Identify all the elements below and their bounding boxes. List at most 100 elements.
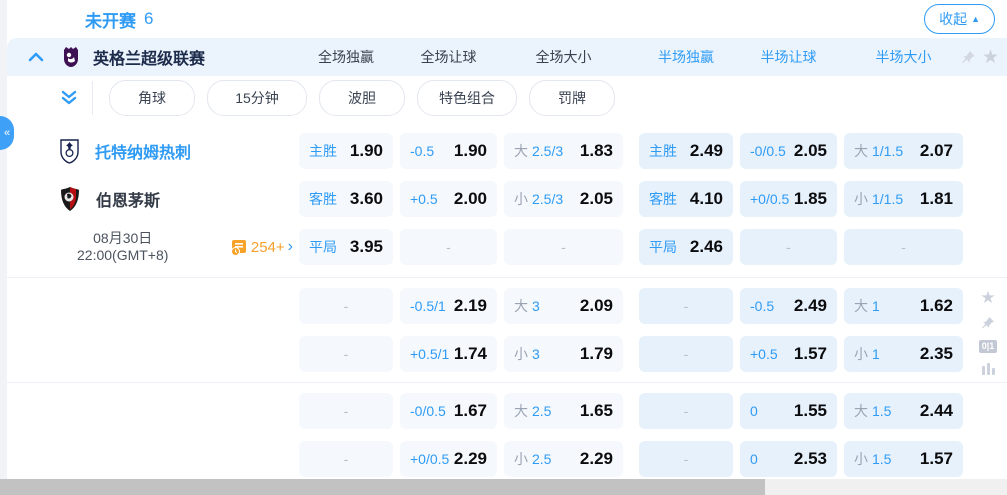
- market-tab-角球[interactable]: 角球: [109, 80, 195, 116]
- odds-row-cells: --0.5/12.19大32.09--0.52.49大11.62: [299, 288, 970, 324]
- odds-cell: -: [639, 393, 733, 429]
- market-tab-特色组合[interactable]: 特色组合: [417, 80, 517, 116]
- away-team-row: 伯恩茅斯 客胜3.60+0.52.00小2.5/32.05 客胜4.10+0/0.…: [7, 181, 1007, 217]
- odds-cell: -: [299, 441, 393, 477]
- odds-cell[interactable]: +0.52.00: [400, 181, 497, 217]
- odds-row: --0/0.51.67大2.51.65-01.55大1.52.44: [7, 393, 1007, 429]
- league-header-icons: ★: [960, 38, 999, 76]
- home-team-label[interactable]: 托特纳姆热刺: [7, 138, 299, 164]
- odds-cell[interactable]: -0/0.51.67: [400, 393, 497, 429]
- chevron-up-icon[interactable]: [28, 52, 44, 62]
- match-status-label: 未开赛: [85, 7, 136, 32]
- odds-cell[interactable]: 小2.5/32.05: [504, 181, 623, 217]
- odds-group-3: --0/0.51.67大2.51.65-01.55大1.52.44 -+0/0.…: [7, 383, 1007, 487]
- odds-cell: -: [400, 229, 497, 265]
- league-header-left: 英格兰超级联赛: [7, 45, 299, 69]
- column-header[interactable]: 全场独赢: [299, 38, 393, 76]
- chevron-right-icon: ›: [288, 239, 293, 255]
- odds-cell[interactable]: 平局2.46: [639, 229, 733, 265]
- star-icon[interactable]: ★: [982, 48, 999, 67]
- market-tab-罚牌[interactable]: 罚牌: [529, 80, 615, 116]
- odds-row-cells: 客胜3.60+0.52.00小2.5/32.05 客胜4.10+0/0.51.85…: [299, 181, 970, 217]
- odds-cell: -: [639, 288, 733, 324]
- draw-row: 08月30日 22:00(GMT+8) 254+ ›: [7, 229, 1007, 265]
- odds-cell: -: [844, 229, 963, 265]
- column-header[interactable]: 半场大小: [844, 38, 963, 76]
- odds-cell[interactable]: 平局3.95: [299, 229, 393, 265]
- odds-cell[interactable]: 01.55: [740, 393, 837, 429]
- market-tab-波胆[interactable]: 波胆: [319, 80, 405, 116]
- odds-cell[interactable]: -0/0.52.05: [740, 133, 837, 169]
- odds-cell[interactable]: 大1.52.44: [844, 393, 963, 429]
- odds-cell: -: [299, 336, 393, 372]
- odds-cell[interactable]: 主胜1.90: [299, 133, 393, 169]
- odds-cell[interactable]: 大11.62: [844, 288, 963, 324]
- odds-cell[interactable]: 客胜3.60: [299, 181, 393, 217]
- match-tools-icons: ★ 0|1: [976, 289, 1000, 376]
- more-markets-link[interactable]: 254+ ›: [230, 239, 293, 256]
- odds-cell[interactable]: -0.52.49: [740, 288, 837, 324]
- column-header[interactable]: 半场独赢: [639, 38, 733, 76]
- odds-cell[interactable]: 客胜4.10: [639, 181, 733, 217]
- odds-cell[interactable]: 小31.79: [504, 336, 623, 372]
- odds-row-cells: 主胜1.90-0.51.90大2.5/31.83 主胜2.49-0/0.52.05…: [299, 133, 970, 169]
- triangle-up-icon: ▲: [971, 15, 980, 24]
- away-team-label[interactable]: 伯恩茅斯: [7, 186, 299, 212]
- odds-cell: -: [639, 336, 733, 372]
- tabs-divider: [92, 81, 93, 115]
- column-header[interactable]: 半场让球: [740, 38, 837, 76]
- odds-cell[interactable]: 小2.52.29: [504, 441, 623, 477]
- score-badge-icon[interactable]: 0|1: [979, 340, 998, 353]
- odds-cell[interactable]: -0.51.90: [400, 133, 497, 169]
- odds-cell[interactable]: 大32.09: [504, 288, 623, 324]
- odds-row: -+0.5/11.74小31.79-+0.51.57小12.35: [7, 336, 1007, 372]
- pin-icon[interactable]: [980, 315, 996, 331]
- odds-cell[interactable]: 大1/1.52.07: [844, 133, 963, 169]
- favorite-star-icon[interactable]: ★: [980, 289, 995, 306]
- market-tabs-row: 角球 15分钟波胆特色组合罚牌: [7, 76, 1007, 120]
- collapse-label: 收起: [939, 9, 967, 29]
- odds-cell[interactable]: 02.53: [740, 441, 837, 477]
- top-bar: 未开赛 6 收起 ▲: [7, 0, 1007, 38]
- odds-cell[interactable]: 小1.51.57: [844, 441, 963, 477]
- odds-cell[interactable]: +0.5/11.74: [400, 336, 497, 372]
- odds-cell[interactable]: +0/0.52.29: [400, 441, 497, 477]
- odds-cell: -: [504, 229, 623, 265]
- horizontal-scrollbar[interactable]: [0, 479, 1007, 495]
- odds-row: -+0/0.52.29小2.52.29-02.53小1.51.57: [7, 441, 1007, 477]
- betting-page: 未开赛 6 收起 ▲ 英格兰超级联赛 全场独赢全场让球全场大小半场独赢半场让球半: [0, 0, 1007, 495]
- match-datetime: 08月30日 22:00(GMT+8): [77, 230, 168, 264]
- odds-cell[interactable]: +0/0.51.85: [740, 181, 837, 217]
- column-header[interactable]: 全场让球: [400, 38, 497, 76]
- bournemouth-crest-icon: [59, 186, 81, 212]
- odds-cell[interactable]: -0.5/12.19: [400, 288, 497, 324]
- odds-cell[interactable]: +0.51.57: [740, 336, 837, 372]
- odds-row-cells: -+0/0.52.29小2.52.29-02.53小1.51.57: [299, 441, 970, 477]
- home-team-row: 托特纳姆热刺 主胜1.90-0.51.90大2.5/31.83 主胜2.49-0/…: [7, 133, 1007, 169]
- league-title: 英格兰超级联赛: [93, 45, 205, 69]
- odds-row-cells: -+0.5/11.74小31.79-+0.51.57小12.35: [299, 336, 970, 372]
- match-count: 6: [144, 9, 153, 29]
- odds-row-cells: --0/0.51.67大2.51.65-01.55大1.52.44: [299, 393, 970, 429]
- match-meta: 08月30日 22:00(GMT+8) 254+ ›: [7, 230, 299, 264]
- stats-bar-chart-icon[interactable]: [981, 362, 996, 376]
- match-date: 08月30日: [77, 230, 168, 247]
- double-chevron-down-icon[interactable]: [60, 90, 78, 106]
- odds-cell[interactable]: 小12.35: [844, 336, 963, 372]
- tottenham-crest-icon: [59, 138, 80, 164]
- odds-cell[interactable]: 大2.51.65: [504, 393, 623, 429]
- pin-icon[interactable]: [960, 49, 977, 66]
- odds-group-main: 托特纳姆热刺 主胜1.90-0.51.90大2.5/31.83 主胜2.49-0/…: [7, 120, 1007, 277]
- premier-league-logo: [61, 46, 81, 68]
- odds-cell: -: [299, 288, 393, 324]
- odds-cell[interactable]: 主胜2.49: [639, 133, 733, 169]
- odds-cell: -: [299, 393, 393, 429]
- collapse-button[interactable]: 收起 ▲: [924, 4, 995, 34]
- left-edge-strip: [0, 0, 7, 479]
- odds-cell[interactable]: 小1/1.51.81: [844, 181, 963, 217]
- column-header[interactable]: 全场大小: [504, 38, 623, 76]
- main-content: 未开赛 6 收起 ▲ 英格兰超级联赛 全场独赢全场让球全场大小半场独赢半场让球半: [7, 0, 1007, 479]
- odds-cell[interactable]: 大2.5/31.83: [504, 133, 623, 169]
- market-tab-15分钟[interactable]: 15分钟: [207, 80, 307, 116]
- scrollbar-thumb[interactable]: [0, 479, 765, 495]
